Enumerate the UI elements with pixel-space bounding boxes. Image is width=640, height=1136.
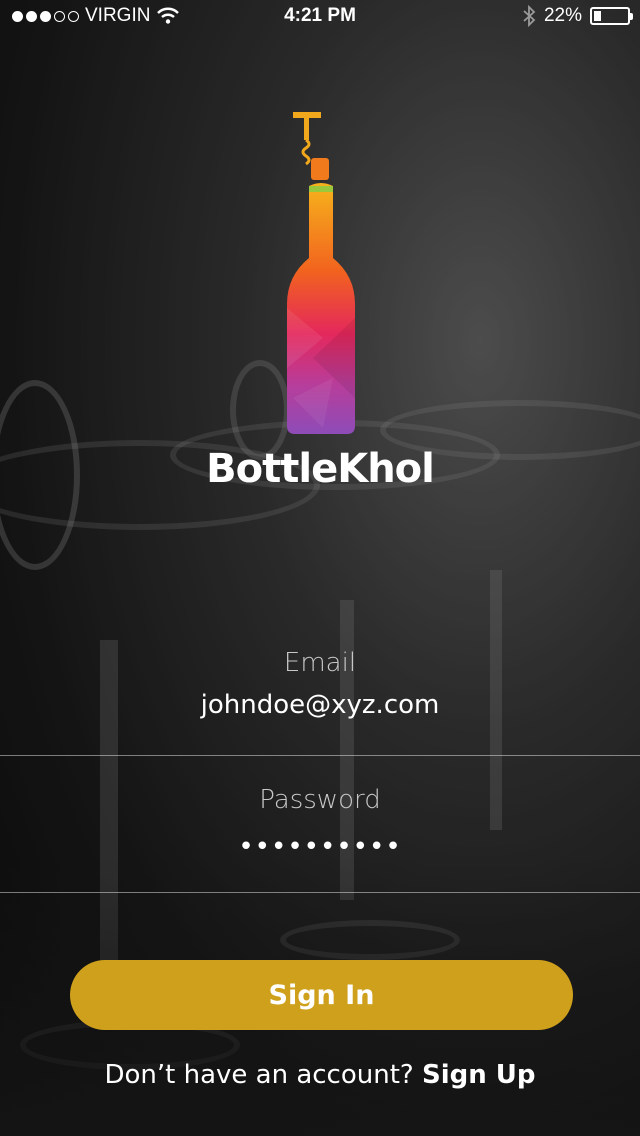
sign-in-button[interactable]: Sign In xyxy=(70,960,573,1030)
status-bar: VIRGIN 4:21 PM 22% xyxy=(0,0,640,34)
sign-up-link[interactable]: Sign Up xyxy=(422,1060,536,1090)
signup-prompt-text: Don’t have an account? xyxy=(104,1060,414,1090)
password-field[interactable]: •••••••••• xyxy=(0,832,640,862)
email-divider xyxy=(0,755,640,756)
email-label: Email xyxy=(283,648,357,678)
battery-icon xyxy=(590,7,633,25)
password-divider xyxy=(0,892,640,893)
status-right: 22% xyxy=(522,5,633,27)
password-label: Password xyxy=(259,785,381,815)
wine-bottle-corkscrew-logo xyxy=(287,112,355,434)
brand-name: BottleKhol xyxy=(206,446,435,492)
battery-percent: 22% xyxy=(543,5,582,26)
bluetooth-icon xyxy=(523,5,536,27)
signup-prompt: Don’t have an account? Sign Up xyxy=(0,1060,640,1090)
email-field[interactable]: johndoe@xyz.com xyxy=(0,690,640,720)
